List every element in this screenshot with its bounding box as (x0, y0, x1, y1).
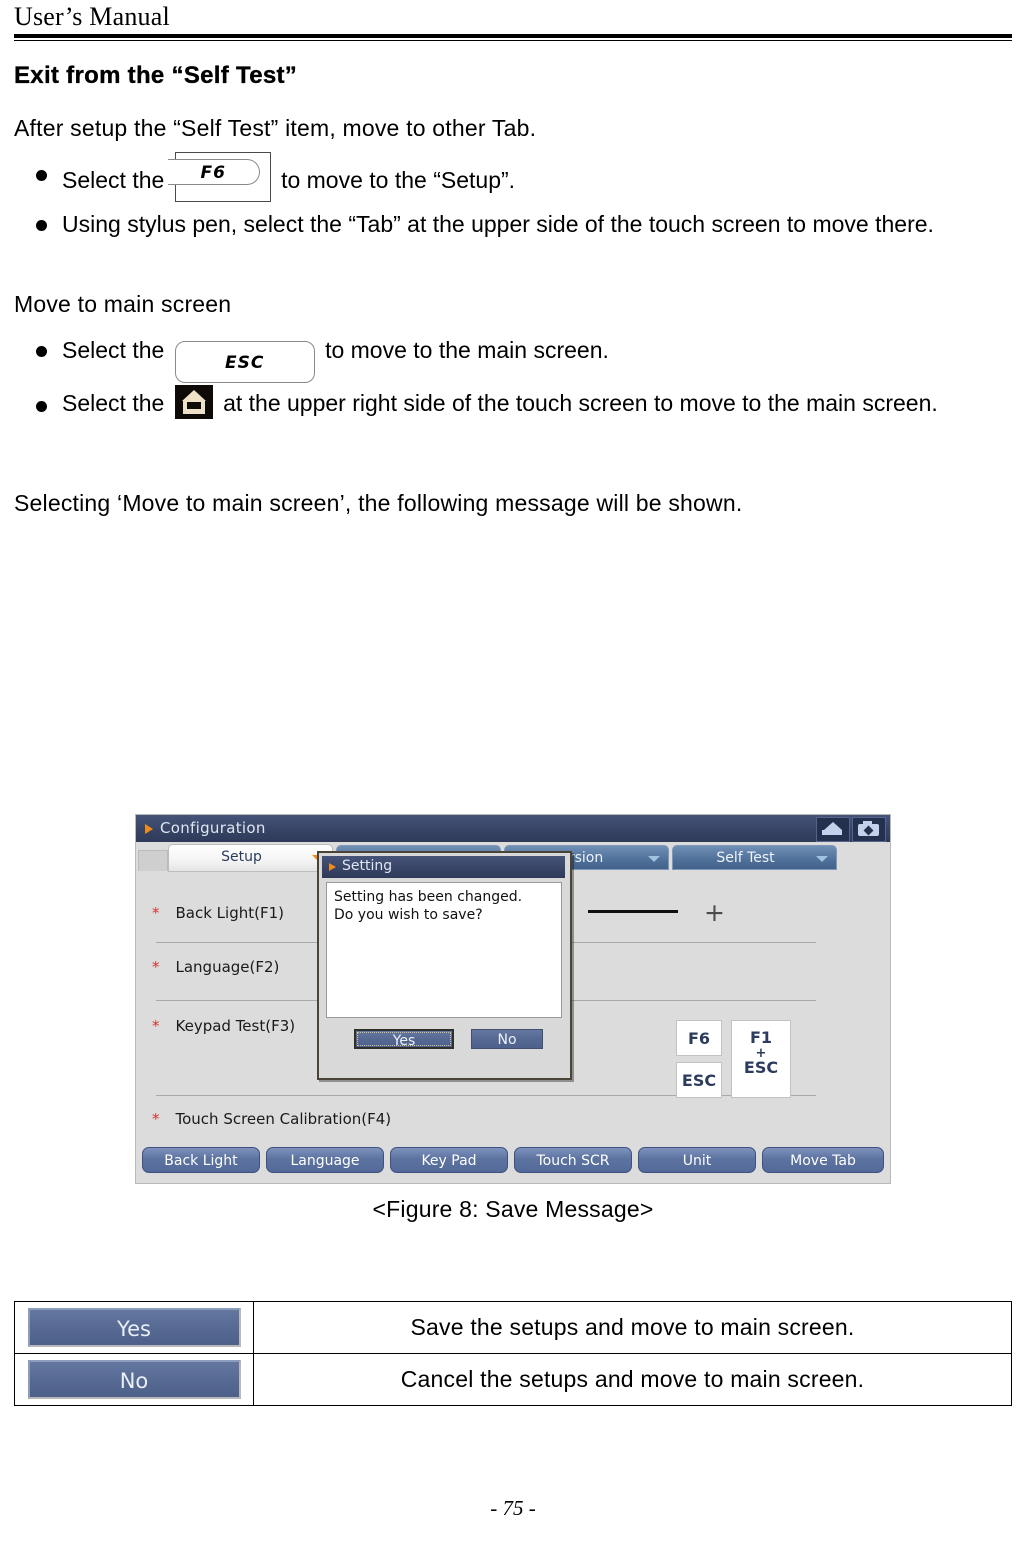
fn-button-move-tab[interactable]: Move Tab (762, 1147, 884, 1173)
bullet-suffix-text: to move to the “Setup”. (281, 167, 516, 193)
plus-icon: + (704, 898, 725, 927)
key-hint-f1-line1: F1 (749, 1028, 773, 1047)
list-item: Select the F6 to move to the “Setup”. (14, 152, 1014, 202)
fn-button-key-pad[interactable]: Key Pad (390, 1147, 508, 1173)
table-cell-button: No (14, 1353, 254, 1406)
setup-item-language[interactable]: * Language(F2) (152, 958, 279, 976)
f6-key-icon: F6 (167, 152, 271, 202)
table-cell-description: Save the setups and move to main screen. (253, 1301, 1012, 1354)
running-title: User’s Manual (14, 2, 170, 31)
key-hint-f1-line3: ESC (743, 1058, 779, 1078)
dialog-yes-button[interactable]: Yes (354, 1029, 454, 1049)
tab-setup-label: Setup (221, 849, 262, 865)
page-header: User’s Manual (14, 2, 1012, 41)
table-cell-description: Cancel the setups and move to main scree… (253, 1353, 1012, 1406)
dialog-message-line-1: Setting has been changed. (334, 889, 523, 905)
setup-item-label: Language(F2) (175, 958, 280, 976)
fn-button-language[interactable]: Language (266, 1147, 384, 1173)
titlebar-home-icon[interactable] (816, 817, 850, 842)
triangle-marker-icon (329, 863, 336, 871)
setup-item-label: Touch Screen Calibration(F4) (175, 1110, 392, 1128)
dialog-title-text: Setting (342, 858, 393, 874)
header-divider (14, 34, 1012, 41)
table-row: Yes Save the setups and move to main scr… (14, 1301, 1012, 1354)
list-item: Using stylus pen, select the “Tab” at th… (14, 202, 1014, 246)
table-cell-button: Yes (14, 1301, 254, 1354)
home-icon-door (186, 402, 201, 409)
figure-caption: <Figure 8: Save Message> (372, 1196, 654, 1222)
setup-item-label: Back Light(F1) (175, 904, 285, 922)
dialog-message-line-2: Do you wish to save? (334, 907, 483, 923)
dialog-title-bar: Setting (322, 856, 565, 878)
section-heading: Exit from the “Self Test” (14, 62, 298, 89)
device-function-button-bar: Back Light Language Key Pad Touch SCR Un… (136, 1147, 890, 1175)
required-star: * (152, 904, 160, 922)
bullet-list-move-main: Select the ESC to move to the main scree… (14, 328, 1014, 423)
key-hint-esc: ESC (676, 1062, 722, 1098)
lead-in-paragraph: Selecting ‘Move to main screen’, the fol… (14, 490, 743, 516)
tab-strip-stub (138, 850, 168, 871)
chevron-down-icon (648, 856, 660, 862)
bullet-suffix-text: to move to the main screen. (325, 337, 609, 363)
required-star: * (152, 1110, 160, 1128)
bullet-prefix-text: Select the (62, 390, 165, 416)
setup-item-touch-calibration[interactable]: * Touch Screen Calibration(F4) (152, 1110, 391, 1128)
required-star: * (152, 1017, 160, 1035)
dialog-no-button[interactable]: No (471, 1029, 543, 1049)
key-hint-f1-esc: F1 + ESC (731, 1020, 791, 1098)
esc-key-icon: ESC (174, 341, 315, 383)
required-star: * (152, 958, 160, 976)
dialog-message-body: Setting has been changed. Do you wish to… (326, 882, 562, 1018)
bullet-prefix-text: Select the (62, 167, 165, 193)
table-no-button[interactable]: No (27, 1360, 241, 1399)
device-screenshot: Configuration Setup User Info (135, 814, 891, 1184)
titlebar-camera-icon[interactable] (852, 817, 886, 842)
setup-item-label: Keypad Test(F3) (175, 1017, 296, 1035)
tab-self-test-label: Self Test (716, 850, 775, 866)
intro-paragraph: After setup the “Self Test” item, move t… (14, 115, 537, 141)
device-title-bar: Configuration (136, 815, 890, 842)
table-yes-button[interactable]: Yes (27, 1308, 241, 1347)
triangle-marker-icon (145, 824, 153, 834)
list-item: Select the at the upper right side of th… (14, 383, 1014, 423)
bullet-prefix-text: Select the (62, 337, 165, 363)
list-item: Select the ESC to move to the main scree… (14, 328, 1014, 383)
table-row: No Cancel the setups and move to main sc… (14, 1353, 1012, 1406)
home-icon (174, 385, 213, 419)
fn-button-unit[interactable]: Unit (638, 1147, 756, 1173)
backlight-slider-track[interactable] (588, 910, 678, 913)
chevron-down-icon (816, 856, 828, 862)
page-number: - 75 - (490, 1496, 536, 1520)
bullet-suffix-text: at the upper right side of the touch scr… (223, 390, 938, 416)
bullet-list-exit: Select the F6 to move to the “Setup”. Us… (14, 152, 1014, 246)
tab-setup[interactable]: Setup (168, 844, 333, 872)
figure-image-wrapper: Configuration Setup User Info (0, 814, 1026, 1189)
setting-dialog: Setting Setting has been changed. Do you… (317, 851, 572, 1080)
tab-self-test[interactable]: Self Test (672, 845, 837, 870)
setup-item-keypad-test[interactable]: * Keypad Test(F3) (152, 1017, 295, 1035)
device-title-text: Configuration (160, 819, 266, 837)
page-content: Exit from the “Self Test” After setup th… (14, 62, 1014, 527)
home-base-shape (822, 830, 842, 835)
key-hint-f6: F6 (676, 1020, 722, 1056)
home-roof-shape (824, 822, 842, 830)
fn-button-touch-scr[interactable]: Touch SCR (514, 1147, 632, 1173)
button-description-table: Yes Save the setups and move to main scr… (14, 1301, 1012, 1406)
fn-button-back-light[interactable]: Back Light (142, 1147, 260, 1173)
bullet-text: Using stylus pen, select the “Tab” at th… (62, 211, 934, 237)
f6-key-label: F6 (167, 159, 260, 185)
setup-item-back-light[interactable]: * Back Light(F1) (152, 904, 284, 922)
subheading-move-to-main: Move to main screen (14, 291, 232, 317)
